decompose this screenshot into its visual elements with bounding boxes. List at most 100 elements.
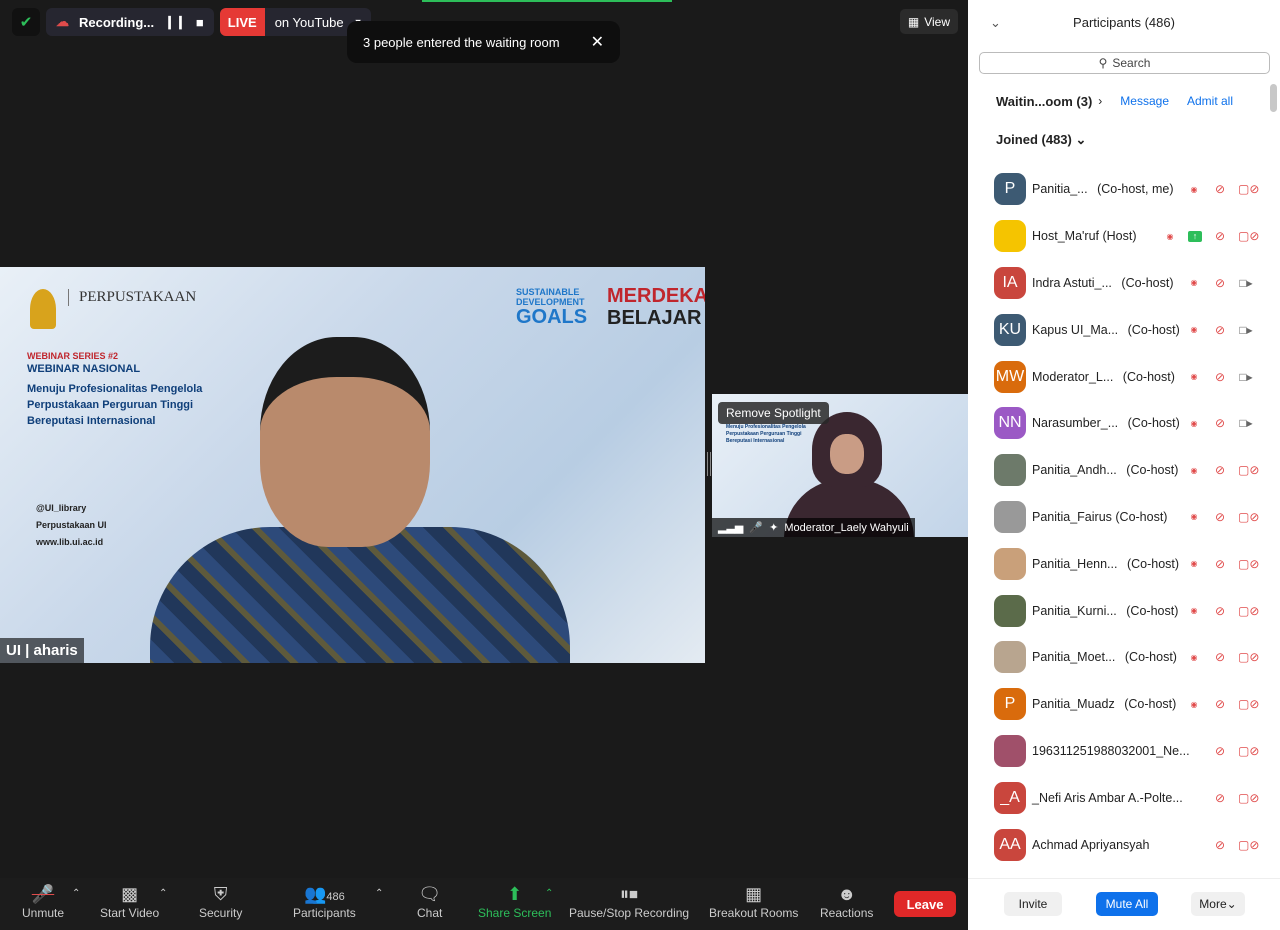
participants-caret[interactable]: ⌃ bbox=[375, 888, 383, 899]
signal-icon: ▂▃▅ bbox=[718, 522, 744, 534]
participant-row[interactable]: MW Moderator_L... (Co-host) ◉ ⊘ □▸ bbox=[968, 353, 1280, 400]
avatar bbox=[994, 547, 1026, 580]
participant-role: (Co-host, me) bbox=[1097, 182, 1174, 197]
breakout-rooms-button[interactable]: ▦ Breakout Rooms bbox=[709, 884, 798, 920]
message-link[interactable]: Message bbox=[1120, 94, 1169, 108]
participant-row[interactable]: Panitia_Kurni... (Co-host) ◉ ⊘ ▢⊘ bbox=[968, 587, 1280, 634]
mic-muted-icon[interactable]: ⊘ bbox=[1212, 510, 1228, 524]
spotlight-video[interactable]: Menuju Profesionalitas Pengelola Perpust… bbox=[712, 394, 968, 537]
avatar bbox=[994, 454, 1026, 487]
joined-section[interactable]: Joined (483) ⌄ bbox=[968, 132, 1280, 156]
participant-row[interactable]: 196311251988032001_Ne... ⊘ ▢⊘ bbox=[968, 728, 1280, 775]
participants-button[interactable]: 👥486 Participants bbox=[293, 884, 356, 920]
mic-muted-icon[interactable]: ⊘ bbox=[1212, 276, 1228, 290]
participant-row[interactable]: Host_Ma'ruf (Host) ◉ ↑ ⊘ ▢⊘ bbox=[968, 213, 1280, 260]
video-on-icon[interactable]: □▸ bbox=[1238, 276, 1254, 290]
mic-muted-icon[interactable]: ⊘ bbox=[1212, 229, 1228, 243]
mic-muted-icon[interactable]: ⊘ bbox=[1212, 697, 1228, 711]
pause-stop-recording-button[interactable]: ⏸⏹ Pause/Stop Recording bbox=[569, 884, 689, 920]
video-off-icon[interactable]: ▢⊘ bbox=[1238, 510, 1259, 524]
mic-muted-icon[interactable]: ⊘ bbox=[1212, 463, 1228, 477]
share-screen-icon: ⬆ bbox=[507, 884, 523, 904]
participant-list: P Panitia_... (Co-host, me) ◉ ⊘ ▢⊘ Host_Ma… bbox=[968, 166, 1280, 868]
resize-handle[interactable] bbox=[707, 452, 711, 476]
recording-dot-icon: ◉ bbox=[1190, 372, 1198, 382]
participant-role: (Co-host) bbox=[1127, 322, 1180, 337]
video-options-caret[interactable]: ⌃ bbox=[159, 888, 167, 899]
video-off-icon[interactable]: ▢⊘ bbox=[1238, 650, 1259, 664]
recording-dot-icon: ◉ bbox=[1190, 184, 1198, 194]
mic-muted-icon: 🎤 bbox=[31, 884, 55, 904]
video-off-icon[interactable]: ▢⊘ bbox=[1238, 604, 1259, 618]
mute-all-button[interactable]: Mute All bbox=[1096, 892, 1158, 916]
mic-muted-icon[interactable]: ⊘ bbox=[1212, 838, 1228, 852]
video-off-icon[interactable]: ▢⊘ bbox=[1238, 182, 1259, 196]
mic-muted-icon[interactable]: ⊘ bbox=[1212, 744, 1228, 758]
mic-muted-icon[interactable]: ⊘ bbox=[1212, 791, 1228, 805]
mic-muted-icon[interactable]: ⊘ bbox=[1212, 182, 1228, 196]
chevron-down-icon[interactable]: ⌄ bbox=[990, 15, 1001, 31]
remove-spotlight-button[interactable]: Remove Spotlight bbox=[718, 402, 829, 424]
participant-row[interactable]: Panitia_Henn... (Co-host) ◉ ⊘ ▢⊘ bbox=[968, 540, 1280, 587]
invite-button[interactable]: Invite bbox=[1004, 892, 1062, 916]
mic-muted-icon[interactable]: ⊘ bbox=[1212, 323, 1228, 337]
video-on-icon[interactable]: □▸ bbox=[1238, 370, 1254, 384]
pause-recording-icon[interactable]: ❙❙ bbox=[164, 14, 186, 30]
more-button[interactable]: More ⌄ bbox=[1191, 892, 1245, 916]
leave-button[interactable]: Leave bbox=[894, 891, 956, 917]
participant-name: Achmad Apriyansyah bbox=[1032, 837, 1150, 852]
search-placeholder: Search bbox=[1112, 56, 1151, 70]
mic-muted-icon[interactable]: ⊘ bbox=[1212, 604, 1228, 618]
mic-muted-icon[interactable]: ⊘ bbox=[1212, 650, 1228, 664]
participant-row[interactable]: P Panitia_... (Co-host, me) ◉ ⊘ ▢⊘ bbox=[968, 166, 1280, 213]
mic-muted-icon[interactable]: ⊘ bbox=[1212, 416, 1228, 430]
participant-row[interactable]: KU Kapus UI_Ma... (Co-host) ◉ ⊘ □▸ bbox=[968, 306, 1280, 353]
view-button[interactable]: ▦ View bbox=[899, 9, 958, 34]
admit-all-link[interactable]: Admit all bbox=[1187, 94, 1233, 108]
participant-role: (Co-host) bbox=[1121, 275, 1174, 290]
encryption-shield-icon[interactable]: ✔ bbox=[12, 8, 40, 36]
chat-button[interactable]: 🗨 Chat bbox=[417, 884, 442, 920]
scrollbar[interactable] bbox=[1270, 84, 1277, 112]
security-button[interactable]: ⛨ Security bbox=[199, 884, 242, 920]
video-off-icon[interactable]: ▢⊘ bbox=[1238, 791, 1259, 805]
audio-options-caret[interactable]: ⌃ bbox=[72, 888, 80, 899]
video-off-icon[interactable]: ▢⊘ bbox=[1238, 697, 1259, 711]
video-off-icon[interactable]: ▢⊘ bbox=[1238, 838, 1259, 852]
participant-row[interactable]: AA Achmad Apriyansyah ⊘ ▢⊘ bbox=[968, 821, 1280, 868]
video-off-icon[interactable]: ▢⊘ bbox=[1238, 463, 1259, 477]
video-on-icon[interactable]: □▸ bbox=[1238, 416, 1254, 430]
participant-row[interactable]: Panitia_Fairus (Co-host) ◉ ⊘ ▢⊘ bbox=[968, 494, 1280, 541]
video-off-icon[interactable]: ▢⊘ bbox=[1238, 744, 1259, 758]
start-video-button[interactable]: ▩ Start Video bbox=[100, 884, 159, 920]
main-video[interactable]: PERPUSTAKAAN WEBINAR SERIES #2 WEBINAR N… bbox=[0, 267, 705, 663]
participant-row[interactable]: NN Narasumber_... (Co-host) ◉ ⊘ □▸ bbox=[968, 400, 1280, 447]
video-off-icon[interactable]: ▢⊘ bbox=[1238, 557, 1259, 571]
participant-row[interactable]: IA Indra Astuti_... (Co-host) ◉ ⊘ □▸ bbox=[968, 260, 1280, 307]
waiting-room-label[interactable]: Waitin...oom (3) bbox=[996, 94, 1092, 109]
ui-logo bbox=[30, 289, 56, 329]
share-screen-button[interactable]: ⬆ Share Screen bbox=[478, 884, 551, 920]
search-input[interactable]: ⚲ Search bbox=[979, 52, 1270, 74]
participant-row[interactable]: Panitia_Moet... (Co-host) ◉ ⊘ ▢⊘ bbox=[968, 634, 1280, 681]
share-options-caret[interactable]: ⌃ bbox=[545, 888, 553, 899]
toast-text: 3 people entered the waiting room bbox=[363, 34, 560, 50]
participant-row[interactable]: _A _Nefi Aris Ambar A.-Polte... ⊘ ▢⊘ bbox=[968, 774, 1280, 821]
avatar: P bbox=[994, 173, 1026, 206]
avatar bbox=[994, 594, 1026, 627]
pause-stop-icon: ⏸⏹ bbox=[620, 884, 639, 904]
close-icon[interactable]: ✕ bbox=[591, 32, 604, 52]
reactions-button[interactable]: ☻ Reactions bbox=[820, 884, 873, 920]
video-off-icon[interactable]: ▢⊘ bbox=[1238, 229, 1259, 243]
mic-muted-icon[interactable]: ⊘ bbox=[1212, 557, 1228, 571]
video-on-icon[interactable]: □▸ bbox=[1238, 323, 1254, 337]
mic-muted-icon[interactable]: ⊘ bbox=[1212, 370, 1228, 384]
video-name-tag: ▂▃▅ 🎤 ✦ Moderator_Laely Wahyuli bbox=[712, 518, 915, 537]
participant-row[interactable]: P Panitia_Muadz (Co-host) ◉ ⊘ ▢⊘ bbox=[968, 681, 1280, 728]
mic-muted-icon: 🎤 bbox=[749, 522, 764, 534]
participant-row[interactable]: Panitia_Andh... (Co-host) ◉ ⊘ ▢⊘ bbox=[968, 447, 1280, 494]
recording-dot-icon: ◉ bbox=[1190, 418, 1198, 428]
stop-recording-icon[interactable]: ■ bbox=[196, 15, 204, 30]
chevron-right-icon[interactable]: › bbox=[1098, 94, 1102, 108]
unmute-button[interactable]: 🎤 Unmute bbox=[22, 884, 64, 920]
